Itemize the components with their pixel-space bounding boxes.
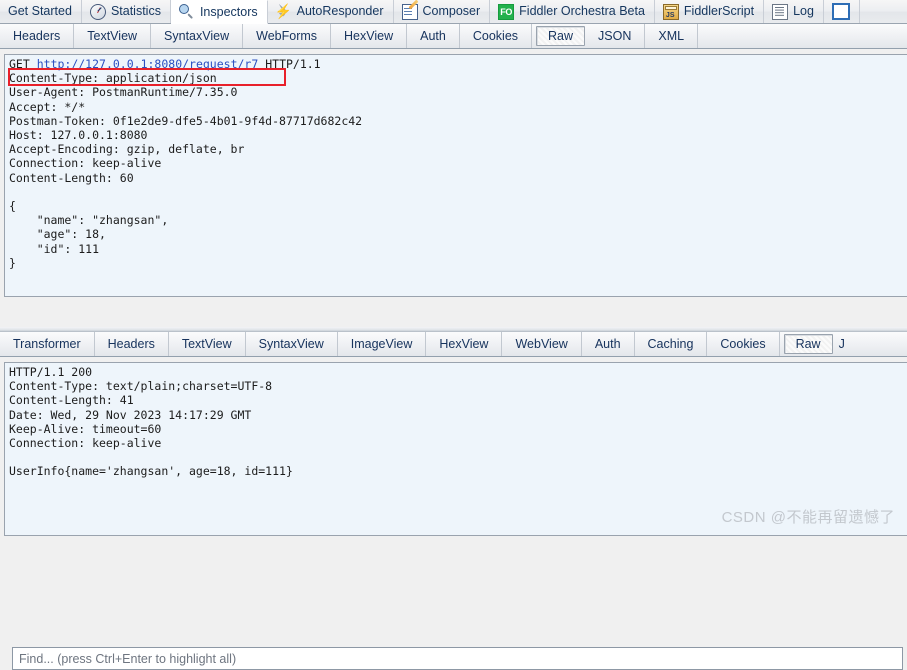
magnifier-icon: [178, 4, 195, 20]
main-tab-autoresponder[interactable]: AutoResponder: [268, 0, 394, 23]
script-js-icon: [662, 3, 679, 20]
response-tab-webview[interactable]: WebView: [502, 332, 582, 356]
main-tab-label: Log: [793, 4, 814, 19]
response-tab-auth[interactable]: Auth: [582, 332, 635, 356]
response-tab-label: WebView: [515, 337, 568, 351]
log-document-icon: [772, 3, 789, 20]
response-tab-label: Auth: [594, 337, 621, 351]
response-tab-hexview[interactable]: HexView: [426, 332, 503, 356]
response-tab-textview[interactable]: TextView: [169, 332, 246, 356]
request-headers-text: Content-Type: application/json User-Agen…: [9, 71, 363, 185]
compose-pencil-icon: [401, 3, 418, 20]
request-tab-webforms[interactable]: WebForms: [243, 24, 332, 48]
request-tab-textview[interactable]: TextView: [74, 24, 152, 48]
request-raw-content: GET http://127.0.0.1:8080/request/r7 HTT…: [5, 55, 907, 270]
request-tab-label: Auth: [420, 29, 446, 43]
request-tab-label: WebForms: [256, 29, 318, 43]
request-tab-label: SyntaxView: [164, 29, 230, 43]
response-tabbar: Transformer Headers TextView SyntaxView …: [0, 332, 907, 357]
main-toolbar: Get Started Statistics Inspectors AutoRe…: [0, 0, 907, 24]
main-tab-label: Get Started: [8, 4, 72, 19]
clock-icon: [89, 3, 106, 20]
request-tab-label: Cookies: [472, 29, 519, 43]
filter-checkbox-icon: [831, 3, 850, 20]
request-tabbar: Headers TextView SyntaxView WebForms Hex…: [0, 24, 907, 49]
find-placeholder-text: Find... (press Ctrl+Enter to highlight a…: [19, 651, 237, 666]
lightning-bolt-icon: [275, 3, 292, 20]
main-tab-statistics[interactable]: Statistics: [82, 0, 171, 23]
main-tab-fiddler-orchestra[interactable]: FO Fiddler Orchestra Beta: [490, 0, 655, 23]
request-tab-label: JSON: [598, 29, 632, 43]
request-pane: GET http://127.0.0.1:8080/request/r7 HTT…: [0, 50, 907, 670]
request-tab-label: HexView: [344, 29, 394, 43]
request-tab-auth[interactable]: Auth: [407, 24, 460, 48]
response-tab-label: Cookies: [720, 337, 766, 351]
response-tab-imageview[interactable]: ImageView: [338, 332, 427, 356]
csdn-watermark: CSDN @不能再留遗憾了: [721, 509, 895, 526]
response-tab-label: ImageView: [350, 337, 413, 351]
main-tab-filters[interactable]: [824, 0, 860, 23]
main-tab-label: FiddlerScript: [683, 4, 755, 19]
response-tab-caching[interactable]: Caching: [635, 332, 708, 356]
response-tab-label: Headers: [107, 337, 155, 351]
request-tab-xml[interactable]: XML: [645, 24, 699, 48]
response-tab-label: SyntaxView: [258, 337, 324, 351]
main-tab-label: Composer: [422, 4, 481, 19]
main-tab-label: Statistics: [110, 4, 161, 19]
response-raw-content: HTTP/1.1 200 Content-Type: text/plain;ch…: [9, 365, 293, 479]
main-tab-inspectors[interactable]: Inspectors: [170, 0, 268, 24]
request-tab-json[interactable]: JSON: [585, 24, 646, 48]
response-tab-label: Caching: [647, 337, 694, 351]
main-tab-get-started[interactable]: Get Started: [0, 0, 82, 23]
response-tab-headers[interactable]: Headers: [95, 332, 169, 356]
find-input[interactable]: Find... (press Ctrl+Enter to highlight a…: [12, 647, 903, 670]
request-tab-label: TextView: [87, 29, 138, 43]
response-tab-label: HexView: [439, 337, 489, 351]
main-tab-log[interactable]: Log: [764, 0, 824, 23]
request-tab-label: XML: [658, 29, 685, 43]
response-tab-label: Raw: [795, 337, 821, 351]
request-tabbar-filler: [698, 24, 907, 48]
request-raw-textarea[interactable]: GET http://127.0.0.1:8080/request/r7 HTT…: [4, 54, 907, 297]
response-tab-label: J: [838, 337, 845, 351]
response-tab-label: TextView: [181, 337, 232, 351]
request-method: GET: [9, 57, 30, 71]
request-http-version: HTTP/1.1: [265, 57, 321, 71]
request-tab-syntaxview[interactable]: SyntaxView: [151, 24, 244, 48]
response-tab-label: Transformer: [13, 337, 81, 351]
request-tab-label: Raw: [548, 29, 574, 43]
request-body-text: { "name": "zhangsan", "age": 18, "id": 1…: [9, 199, 169, 270]
request-tab-headers[interactable]: Headers: [0, 24, 75, 48]
response-tab-cookies[interactable]: Cookies: [707, 332, 780, 356]
request-tab-raw[interactable]: Raw: [536, 26, 586, 46]
main-tab-composer[interactable]: Composer: [394, 0, 491, 23]
response-tab-raw[interactable]: Raw: [783, 334, 833, 354]
fo-badge-icon: FO: [498, 3, 515, 20]
request-tab-hexview[interactable]: HexView: [331, 24, 408, 48]
response-tab-json-clipped[interactable]: J: [833, 332, 851, 356]
request-tab-label: Headers: [13, 29, 61, 43]
response-tab-syntaxview[interactable]: SyntaxView: [246, 332, 338, 356]
request-url-link[interactable]: http://127.0.0.1:8080/request/r7: [37, 57, 259, 71]
main-tab-label: Inspectors: [199, 4, 258, 19]
request-tab-cookies[interactable]: Cookies: [460, 24, 533, 48]
response-tab-transformer[interactable]: Transformer: [0, 332, 95, 356]
main-tab-label: AutoResponder: [296, 4, 384, 19]
main-tab-label: Fiddler Orchestra Beta: [519, 4, 645, 19]
main-tab-fiddlerscript[interactable]: FiddlerScript: [655, 0, 765, 23]
